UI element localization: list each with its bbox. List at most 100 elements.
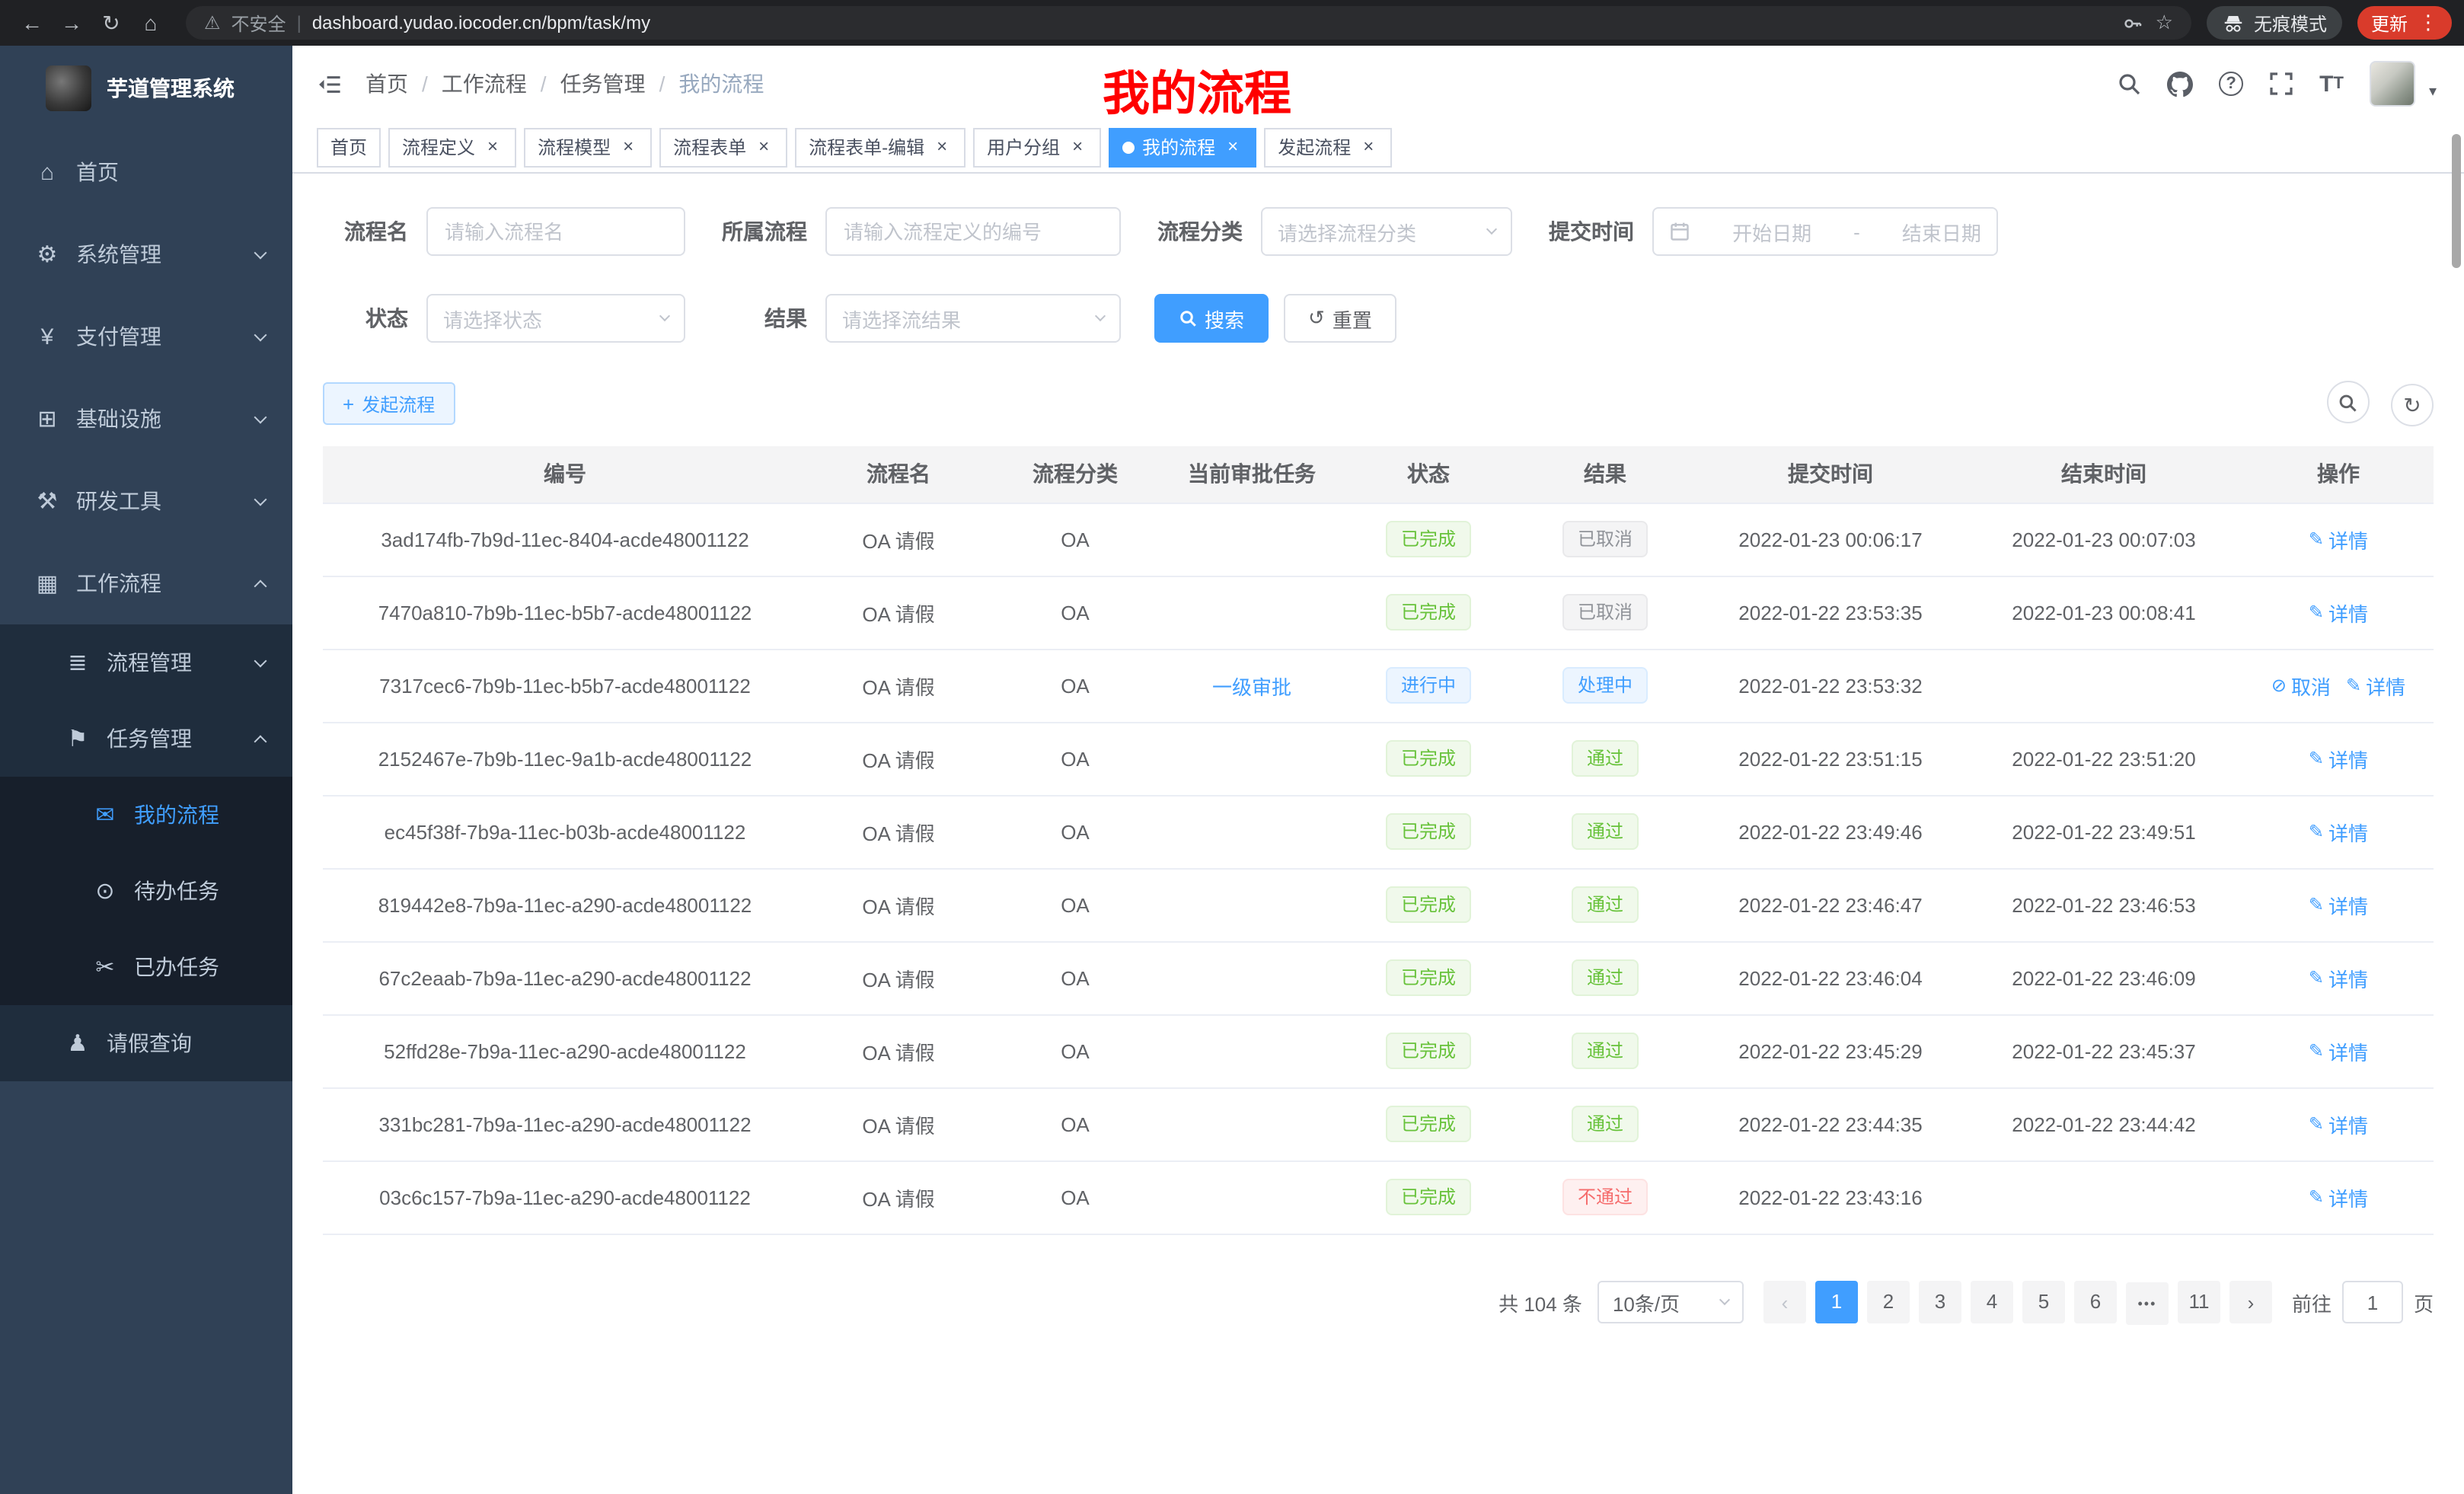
sidebar-item-system[interactable]: ⚙系统管理 <box>0 213 292 295</box>
scrollbar-thumb[interactable] <box>2452 134 2461 268</box>
create-process-button[interactable]: + 发起流程 <box>323 382 455 425</box>
cell-actions: ✎详情 <box>2243 941 2434 1014</box>
close-icon[interactable]: × <box>1068 137 1087 157</box>
cell-submit-time: 2022-01-23 00:06:17 <box>1696 503 1964 576</box>
page-button-6[interactable]: 6 <box>2074 1280 2117 1323</box>
sidebar-item-process-mgmt[interactable]: ≣流程管理 <box>0 624 292 701</box>
fullscreen-icon[interactable] <box>2269 72 2293 96</box>
sidebar-item-infrastructure[interactable]: ⊞基础设施 <box>0 378 292 460</box>
tab-home[interactable]: 首页 <box>317 127 381 167</box>
hamburger-icon[interactable] <box>317 71 343 97</box>
help-icon[interactable]: ? <box>2219 72 2243 96</box>
forward-icon[interactable]: → <box>52 11 91 35</box>
cell-submit-time: 2022-01-22 23:53:35 <box>1696 576 1964 649</box>
reset-button[interactable]: ↺ 重置 <box>1284 294 1396 343</box>
tab-start-process[interactable]: 发起流程× <box>1264 127 1392 167</box>
cancel-link[interactable]: ⊘取消 <box>2271 671 2331 700</box>
chevron-down-icon[interactable]: ▾ <box>2429 84 2437 107</box>
page-size-select[interactable]: 10条/页 <box>1597 1282 1744 1324</box>
close-icon[interactable]: × <box>618 137 638 157</box>
browser-menu-dots-icon[interactable]: ⋮ <box>2418 11 2438 35</box>
browser-home-icon[interactable]: ⌂ <box>131 11 171 35</box>
page-button-2[interactable]: 2 <box>1867 1280 1910 1323</box>
close-icon[interactable]: × <box>932 137 952 157</box>
detail-link[interactable]: ✎详情 <box>2309 598 2368 627</box>
tab-my-process[interactable]: 我的流程× <box>1109 127 1256 167</box>
tab-user-group[interactable]: 用户分组× <box>973 127 1101 167</box>
sidebar-item-my-process[interactable]: ✉我的流程 <box>0 777 292 853</box>
detail-link[interactable]: ✎详情 <box>2309 817 2368 846</box>
sidebar-item-workflow[interactable]: ▦工作流程 <box>0 542 292 624</box>
sidebar-item-label: 支付管理 <box>76 321 161 352</box>
parent-process-input[interactable] <box>825 207 1121 256</box>
font-size-icon[interactable]: TT <box>2319 72 2344 95</box>
search-toggle-button[interactable] <box>2326 381 2369 423</box>
result-select[interactable]: 请选择流结果 <box>825 294 1121 343</box>
sidebar-item-home[interactable]: ⌂首页 <box>0 131 292 213</box>
tab-process-form-edit[interactable]: 流程表单-编辑× <box>795 127 965 167</box>
tab-process-form[interactable]: 流程表单× <box>659 127 787 167</box>
detail-link[interactable]: ✎详情 <box>2309 963 2368 992</box>
page-button-5[interactable]: 5 <box>2022 1280 2065 1323</box>
page-button-11[interactable]: 11 <box>2178 1280 2220 1323</box>
close-icon[interactable]: × <box>483 137 503 157</box>
sidebar-item-payment[interactable]: ¥支付管理 <box>0 295 292 378</box>
page-button-4[interactable]: 4 <box>1971 1280 2013 1323</box>
cell-end-time <box>1964 649 2243 722</box>
breadcrumb-item[interactable]: 首页 <box>365 69 408 99</box>
detail-link[interactable]: ✎详情 <box>2309 1036 2368 1065</box>
close-icon[interactable]: × <box>1223 137 1243 157</box>
avatar[interactable] <box>2370 61 2415 107</box>
chevron-down-icon <box>254 493 267 506</box>
tab-label: 流程模型 <box>538 134 611 160</box>
refresh-button[interactable]: ↻ <box>2391 384 2434 426</box>
sidebar-item-done-tasks[interactable]: ✂已办任务 <box>0 929 292 1005</box>
submit-time-range-picker[interactable]: 开始日期 - 结束日期 <box>1652 207 1998 256</box>
detail-link[interactable]: ✎详情 <box>2309 1109 2368 1138</box>
tab-process-model[interactable]: 流程模型 × <box>524 127 652 167</box>
update-button[interactable]: 更新 ⋮ <box>2357 6 2452 40</box>
close-icon[interactable]: × <box>754 137 774 157</box>
cell-submit-time: 2022-01-22 23:45:29 <box>1696 1014 1964 1087</box>
bookmark-star-icon[interactable]: ☆ <box>2156 11 2173 35</box>
page-button-3[interactable]: 3 <box>1919 1280 1961 1323</box>
tab-process-definition[interactable]: 流程定义× <box>388 127 516 167</box>
back-icon[interactable]: ← <box>12 11 52 35</box>
detail-link[interactable]: ✎详情 <box>2309 890 2368 919</box>
detail-link[interactable]: ✎详情 <box>2309 525 2368 554</box>
cell-status: 已完成 <box>1343 1160 1514 1234</box>
page-button-1[interactable]: 1 <box>1815 1280 1858 1323</box>
detail-link[interactable]: ✎详情 <box>2309 1183 2368 1211</box>
breadcrumb-item[interactable]: 任务管理 <box>560 69 646 99</box>
category-select[interactable]: 请选择流程分类 <box>1261 207 1512 256</box>
detail-link[interactable]: ✎详情 <box>2309 744 2368 773</box>
status-select[interactable]: 请选择状态 <box>426 294 685 343</box>
sidebar-item-devtools[interactable]: ⚒研发工具 <box>0 460 292 542</box>
cell-current-task: 一级审批 <box>1160 649 1343 722</box>
search-icon[interactable] <box>2117 72 2141 96</box>
pagination-total: 共 104 条 <box>1499 1288 1582 1317</box>
url-text: dashboard.yudao.iocoder.cn/bpm/task/my <box>312 12 650 34</box>
chevron-down-icon <box>254 654 267 667</box>
sidebar-item-todo-tasks[interactable]: ⊙待办任务 <box>0 853 292 929</box>
key-icon[interactable] <box>2122 11 2145 34</box>
detail-link[interactable]: ✎详情 <box>2346 671 2405 700</box>
current-task-link[interactable]: 一级审批 <box>1212 675 1291 698</box>
breadcrumb-item[interactable]: 工作流程 <box>442 69 527 99</box>
goto-page-input[interactable] <box>2342 1282 2403 1324</box>
search-button[interactable]: 搜索 <box>1154 294 1269 343</box>
next-page-button[interactable]: › <box>2229 1282 2272 1324</box>
screen: ← → ↻ ⌂ ⚠ 不安全 | dashboard.yudao.iocoder.… <box>0 0 2464 1494</box>
prev-page-button[interactable]: ‹ <box>1763 1282 1806 1324</box>
sidebar-item-task-mgmt[interactable]: ⚑任务管理 <box>0 701 292 777</box>
logo[interactable]: 芋道管理系统 <box>0 46 292 131</box>
address-bar[interactable]: ⚠ 不安全 | dashboard.yudao.iocoder.cn/bpm/t… <box>186 6 2191 40</box>
reload-icon[interactable]: ↻ <box>91 10 131 36</box>
column-header: 流程名 <box>807 446 990 503</box>
sidebar-item-leave-query[interactable]: ♟请假查询 <box>0 1005 292 1081</box>
close-icon[interactable]: × <box>1358 137 1378 157</box>
pagination-more[interactable]: ••• <box>2126 1282 2169 1325</box>
github-icon[interactable] <box>2167 71 2193 97</box>
cell-category: OA <box>990 1087 1160 1160</box>
process-name-input[interactable] <box>426 207 685 256</box>
